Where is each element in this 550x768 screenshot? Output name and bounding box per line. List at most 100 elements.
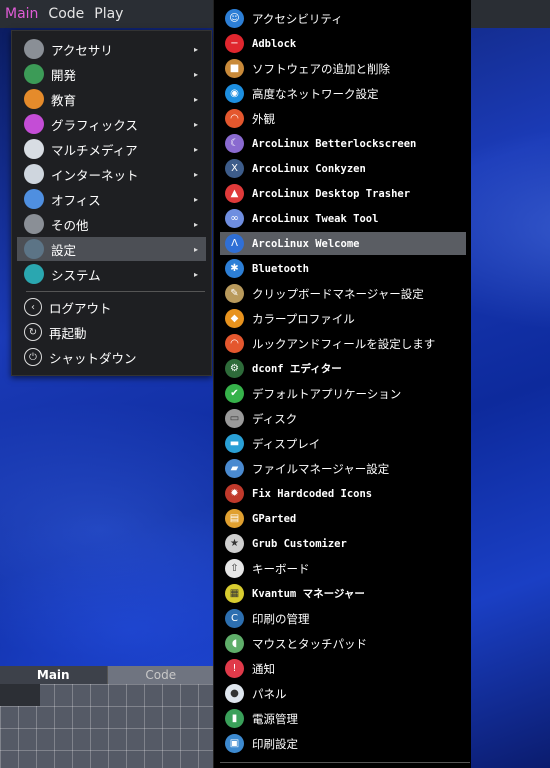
settings-panel-icon: [24, 239, 44, 259]
menu-category-label: 設定: [51, 242, 77, 258]
color-profile-icon: ◆: [225, 309, 244, 328]
settings-menu-item[interactable]: − Adblock: [220, 32, 466, 55]
network-globe-icon: ◉: [225, 84, 244, 103]
graphics-palette-icon: [24, 114, 44, 134]
menu-category-item[interactable]: インターネット ▸: [17, 162, 206, 186]
settings-menu-label: ファイルマネージャー設定: [252, 461, 390, 476]
welcome-arco-icon: Λ: [225, 234, 244, 253]
settings-menu-item[interactable]: ★ Grub Customizer: [220, 532, 466, 555]
settings-menu-label: 電源管理: [252, 711, 298, 726]
settings-menu-item[interactable]: ◖ マウスとタッチパッド: [220, 632, 466, 655]
settings-menu-label: GParted: [252, 512, 297, 525]
settings-menu-label: ArcoLinux Conkyzen: [252, 162, 366, 175]
look-and-feel-icon: ◠: [225, 334, 244, 353]
session-action-item[interactable]: ↻ 再起動: [17, 320, 206, 344]
settings-menu-item[interactable]: X ArcoLinux Conkyzen: [220, 157, 466, 180]
keyboard-icon: ⇧: [225, 559, 244, 578]
shutdown-icon: ⏻: [24, 348, 42, 366]
settings-menu-label: マウスとタッチパッド: [252, 636, 367, 651]
settings-menu-item[interactable]: C 印刷の管理: [220, 607, 466, 630]
lockscreen-icon: ☾: [225, 134, 244, 153]
settings-menu-item[interactable]: ✱ Bluetooth: [220, 257, 466, 280]
menu-category-label: インターネット: [51, 167, 139, 183]
menu-separator: [220, 762, 470, 763]
topbar-code[interactable]: Code: [43, 6, 89, 22]
settings-menu-label: ArcoLinux Tweak Tool: [252, 212, 379, 225]
tweak-tool-icon: ∞: [225, 209, 244, 228]
settings-menu-item[interactable]: ✹ Fix Hardcoded Icons: [220, 482, 466, 505]
session-action-item[interactable]: ⏻ シャットダウン: [17, 345, 206, 369]
settings-menu-item[interactable]: ◆ カラープロファイル: [220, 307, 466, 330]
internet-network-icon: [24, 164, 44, 184]
menu-category-item[interactable]: グラフィックス ▸: [17, 112, 206, 136]
topbar-main[interactable]: Main: [0, 6, 43, 22]
tab-main[interactable]: Main: [0, 666, 108, 684]
menu-category-item[interactable]: アクセサリ ▸: [17, 37, 206, 61]
disk-icon: ▭: [225, 409, 244, 428]
settings-menu-label: 高度なネットワーク設定: [252, 86, 379, 101]
settings-menu-label: 印刷設定: [252, 736, 298, 751]
settings-menu-item[interactable]: ▬ ディスプレイ: [220, 432, 466, 455]
grid-selected-cell[interactable]: [0, 684, 40, 706]
menu-category-item[interactable]: 設定 ▸: [17, 237, 206, 261]
settings-menu-item[interactable]: ☾ ArcoLinux Betterlockscreen: [220, 132, 466, 155]
settings-menu-item[interactable]: ✔ デフォルトアプリケーション: [220, 382, 466, 405]
tab-code[interactable]: Code: [108, 666, 215, 684]
settings-menu-item[interactable]: ▣ 印刷設定: [220, 732, 466, 755]
settings-menu-item[interactable]: ◠ ルックアンドフィールを設定します: [220, 332, 466, 355]
settings-menu-label: Bluetooth: [252, 262, 309, 275]
settings-menu-item[interactable]: Λ ArcoLinux Welcome: [220, 232, 466, 255]
clipboard-icon: ✎: [225, 284, 244, 303]
menu-category-item[interactable]: オフィス ▸: [17, 187, 206, 211]
menu-category-label: アクセサリ: [51, 42, 113, 58]
settings-menu-label: ArcoLinux Welcome: [252, 237, 360, 250]
settings-menu-item[interactable]: ✎ クリップボードマネージャー設定: [220, 282, 466, 305]
settings-menu-label: Fix Hardcoded Icons: [252, 487, 373, 500]
accessibility-icon: ☺: [225, 9, 244, 28]
settings-menu-label: ディスク: [252, 411, 298, 426]
settings-menu-label: デフォルトアプリケーション: [252, 386, 402, 401]
menu-category-label: 教育: [51, 92, 77, 108]
settings-menu-item[interactable]: ⇧ キーボード: [220, 557, 466, 580]
submenu-arrow-icon: ▸: [193, 44, 198, 54]
menu-category-item[interactable]: その他 ▸: [17, 212, 206, 236]
settings-menu-item[interactable]: ∞ ArcoLinux Tweak Tool: [220, 207, 466, 230]
kvantum-icon: ▦: [225, 584, 244, 603]
settings-menu-item[interactable]: ▮ 電源管理: [220, 707, 466, 730]
other-gear-icon: [24, 214, 44, 234]
topbar-play[interactable]: Play: [89, 6, 128, 22]
menu-category-item[interactable]: マルチメディア ▸: [17, 137, 206, 161]
settings-menu-item[interactable]: ◉ 高度なネットワーク設定: [220, 82, 466, 105]
settings-menu-item[interactable]: ■ ソフトウェアの追加と削除: [220, 57, 466, 80]
settings-submenu: ☺ アクセシビリティ − Adblock ■ ソフトウェアの追加と削除 ◉ 高度なネットワーク…: [213, 0, 471, 768]
settings-menu-item[interactable]: ● パネル: [220, 682, 466, 705]
settings-menu-item[interactable]: ▤ GParted: [220, 507, 466, 530]
default-apps-check-icon: ✔: [225, 384, 244, 403]
menu-category-item[interactable]: システム ▸: [17, 262, 206, 286]
session-action-item[interactable]: ‹ ログアウト: [17, 295, 206, 319]
settings-menu-label: キーボード: [252, 561, 310, 576]
settings-menu-item[interactable]: ▲ ArcoLinux Desktop Trasher: [220, 182, 466, 205]
grub-customizer-icon: ★: [225, 534, 244, 553]
power-battery-icon: ▮: [225, 709, 244, 728]
settings-menu-label: Kvantum マネージャー: [252, 588, 365, 600]
settings-menu-item[interactable]: ! 通知: [220, 657, 466, 680]
bottom-tab-bar: Main Code: [0, 666, 215, 684]
software-box-icon: ■: [225, 59, 244, 78]
conky-icon: X: [225, 159, 244, 178]
settings-menu-item[interactable]: ▭ ディスク: [220, 407, 466, 430]
settings-menu-item[interactable]: ☺ アクセシビリティ: [220, 7, 466, 30]
settings-menu-item[interactable]: ◠ 外観: [220, 107, 466, 130]
settings-menu-label: ソフトウェアの追加と削除: [252, 61, 390, 76]
system-search-icon: [24, 264, 44, 284]
menu-category-item[interactable]: 教育 ▸: [17, 87, 206, 111]
settings-menu-item[interactable]: ▰ ファイルマネージャー設定: [220, 457, 466, 480]
menu-category-label: その他: [51, 217, 89, 233]
menu-category-item[interactable]: 開発 ▸: [17, 62, 206, 86]
education-atom-icon: [24, 89, 44, 109]
settings-menu-item[interactable]: ⚙ dconf エディター: [220, 357, 466, 380]
printer-icon: ▣: [225, 734, 244, 753]
settings-menu-label: パネル: [252, 686, 287, 701]
settings-menu-item[interactable]: ▦ Kvantum マネージャー: [220, 582, 466, 605]
multimedia-speaker-icon: [24, 139, 44, 159]
